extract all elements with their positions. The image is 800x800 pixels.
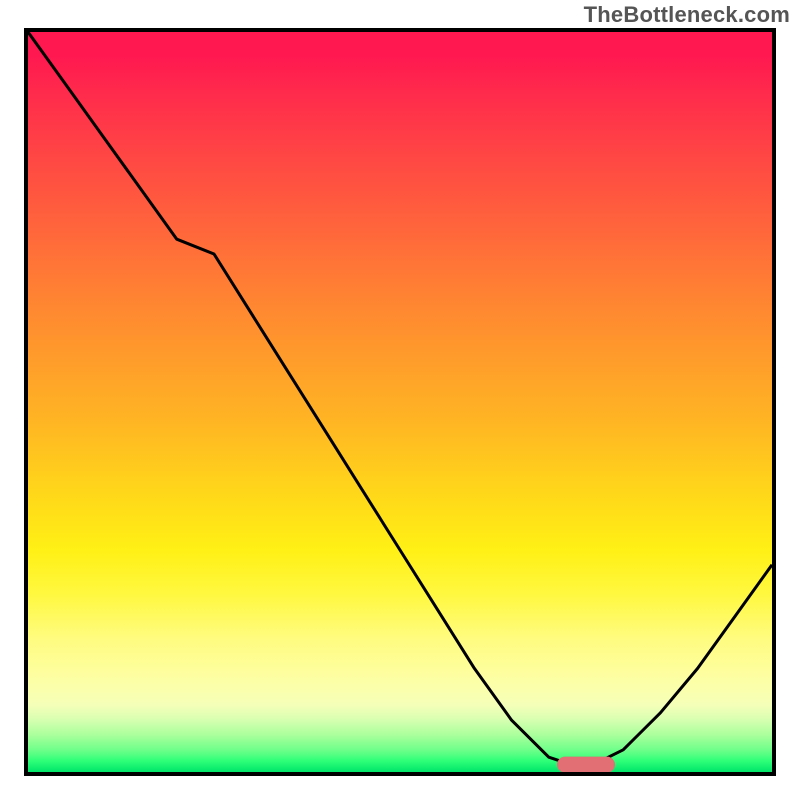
watermark-text: TheBottleneck.com bbox=[584, 2, 790, 28]
bottleneck-curve-path bbox=[28, 32, 772, 765]
optimum-marker bbox=[557, 757, 615, 772]
plot-area bbox=[24, 28, 776, 776]
chart-svg bbox=[28, 32, 772, 772]
